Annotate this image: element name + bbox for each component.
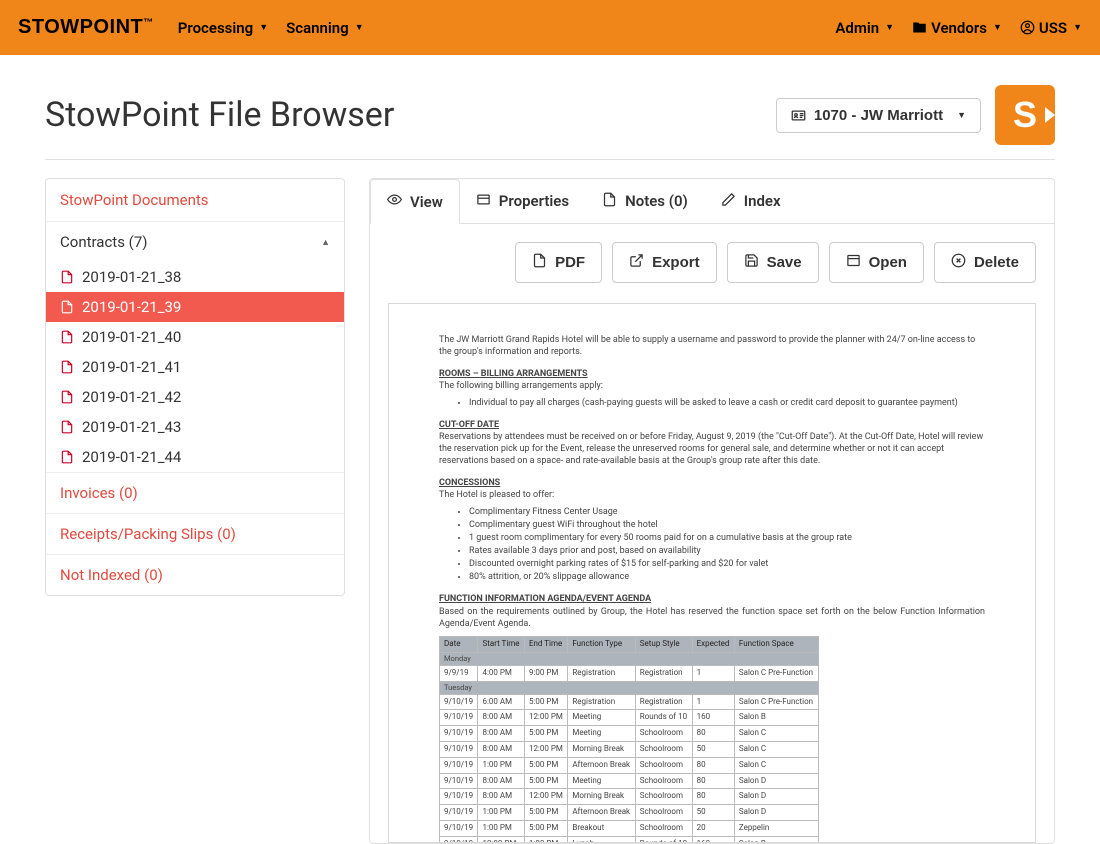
save-button[interactable]: Save	[727, 242, 819, 283]
eye-icon	[387, 192, 402, 211]
file-label: 2019-01-21_40	[82, 328, 181, 346]
document-viewer[interactable]: The JW Marriott Grand Rapids Hotel will …	[388, 303, 1036, 843]
pdf-icon	[60, 420, 74, 434]
chevron-down-icon: ▼	[259, 22, 268, 33]
delete-button[interactable]: Delete	[934, 242, 1036, 283]
nav-processing[interactable]: Processing▼	[178, 19, 268, 37]
pdf-icon	[60, 450, 74, 464]
chevron-down-icon: ▼	[355, 22, 364, 33]
tab-label: Index	[744, 192, 781, 210]
x-circle-icon	[951, 253, 966, 272]
sidebar: StowPoint Documents Contracts (7) ▲ 2019…	[45, 178, 345, 596]
nav-admin[interactable]: Admin▼	[835, 19, 894, 37]
pdf-icon	[60, 270, 74, 284]
tab-label: View	[410, 193, 443, 211]
edit-icon	[721, 192, 736, 211]
chevron-up-icon: ▲	[321, 237, 330, 248]
document-page: The JW Marriott Grand Rapids Hotel will …	[389, 304, 1035, 843]
brand-logo: STOWPOINT™	[18, 16, 154, 39]
page-header: StowPoint File Browser 1070 - JW Marriot…	[45, 75, 1055, 160]
folder-not-indexed[interactable]: Not Indexed (0)	[46, 554, 344, 595]
pdf-icon	[60, 360, 74, 374]
card-icon	[476, 192, 491, 211]
navbar: STOWPOINT™ Processing▼ Scanning▼ Admin▼ …	[0, 0, 1100, 55]
window-icon	[846, 253, 861, 272]
file-label: 2019-01-21_41	[82, 358, 181, 376]
page-title: StowPoint File Browser	[45, 95, 394, 135]
chevron-down-icon: ▼	[1073, 22, 1082, 33]
tab-index[interactable]: Index	[705, 179, 798, 223]
external-icon	[629, 253, 644, 272]
main-panel: View Properties Notes (0) Index PDF Export Sa…	[369, 178, 1055, 844]
file-label: 2019-01-21_38	[82, 268, 181, 286]
nav-left: Processing▼ Scanning▼	[178, 19, 364, 37]
file-label: 2019-01-21_39	[82, 298, 181, 316]
file-pdf-icon	[532, 253, 547, 272]
user-icon	[1020, 20, 1035, 35]
nav-vendors[interactable]: Vendors▼	[912, 19, 1002, 37]
file-label: 2019-01-21_42	[82, 388, 181, 406]
export-button[interactable]: Export	[612, 242, 717, 283]
button-label: Open	[869, 254, 907, 271]
pdf-icon	[60, 330, 74, 344]
nav-right: Admin▼ Vendors▼ USS▼	[835, 19, 1082, 37]
nav-scanning[interactable]: Scanning▼	[286, 19, 364, 37]
button-label: Export	[652, 254, 700, 271]
open-button[interactable]: Open	[829, 242, 924, 283]
brand-square-logo: S	[995, 85, 1055, 145]
file-item[interactable]: 2019-01-21_39	[46, 292, 344, 322]
sidebar-title: StowPoint Documents	[46, 179, 344, 221]
nav-user[interactable]: USS▼	[1020, 19, 1082, 37]
button-label: Delete	[974, 254, 1019, 271]
chevron-down-icon: ▼	[993, 22, 1002, 33]
chevron-down-icon: ▼	[885, 22, 894, 33]
file-item[interactable]: 2019-01-21_42	[46, 382, 344, 412]
folder-contracts[interactable]: Contracts (7) ▲	[46, 221, 344, 262]
button-label: Save	[767, 254, 802, 271]
tab-label: Properties	[499, 192, 569, 210]
tab-notes[interactable]: Notes (0)	[586, 179, 705, 223]
file-item[interactable]: 2019-01-21_38	[46, 262, 344, 292]
file-item[interactable]: 2019-01-21_43	[46, 412, 344, 442]
chevron-down-icon: ▼	[957, 110, 966, 120]
tab-view[interactable]: View	[370, 179, 460, 224]
file-label: 2019-01-21_44	[82, 448, 181, 466]
file-item[interactable]: 2019-01-21_44	[46, 442, 344, 472]
toolbar: PDF Export Save Open Delete	[370, 224, 1054, 293]
id-card-icon	[791, 108, 806, 123]
button-label: PDF	[555, 254, 585, 271]
tab-label: Notes (0)	[625, 192, 688, 210]
file-icon	[602, 192, 617, 211]
vendor-selector[interactable]: 1070 - JW Marriott ▼	[776, 98, 981, 133]
file-item[interactable]: 2019-01-21_41	[46, 352, 344, 382]
tab-properties[interactable]: Properties	[460, 179, 586, 223]
file-label: 2019-01-21_43	[82, 418, 181, 436]
pdf-icon	[60, 300, 74, 314]
pdf-button[interactable]: PDF	[515, 242, 602, 283]
folder-icon	[912, 20, 927, 35]
save-icon	[744, 253, 759, 272]
pdf-icon	[60, 390, 74, 404]
folder-invoices[interactable]: Invoices (0)	[46, 472, 344, 513]
tab-bar: View Properties Notes (0) Index	[370, 179, 1054, 224]
file-item[interactable]: 2019-01-21_40	[46, 322, 344, 352]
folder-receipts[interactable]: Receipts/Packing Slips (0)	[46, 513, 344, 554]
